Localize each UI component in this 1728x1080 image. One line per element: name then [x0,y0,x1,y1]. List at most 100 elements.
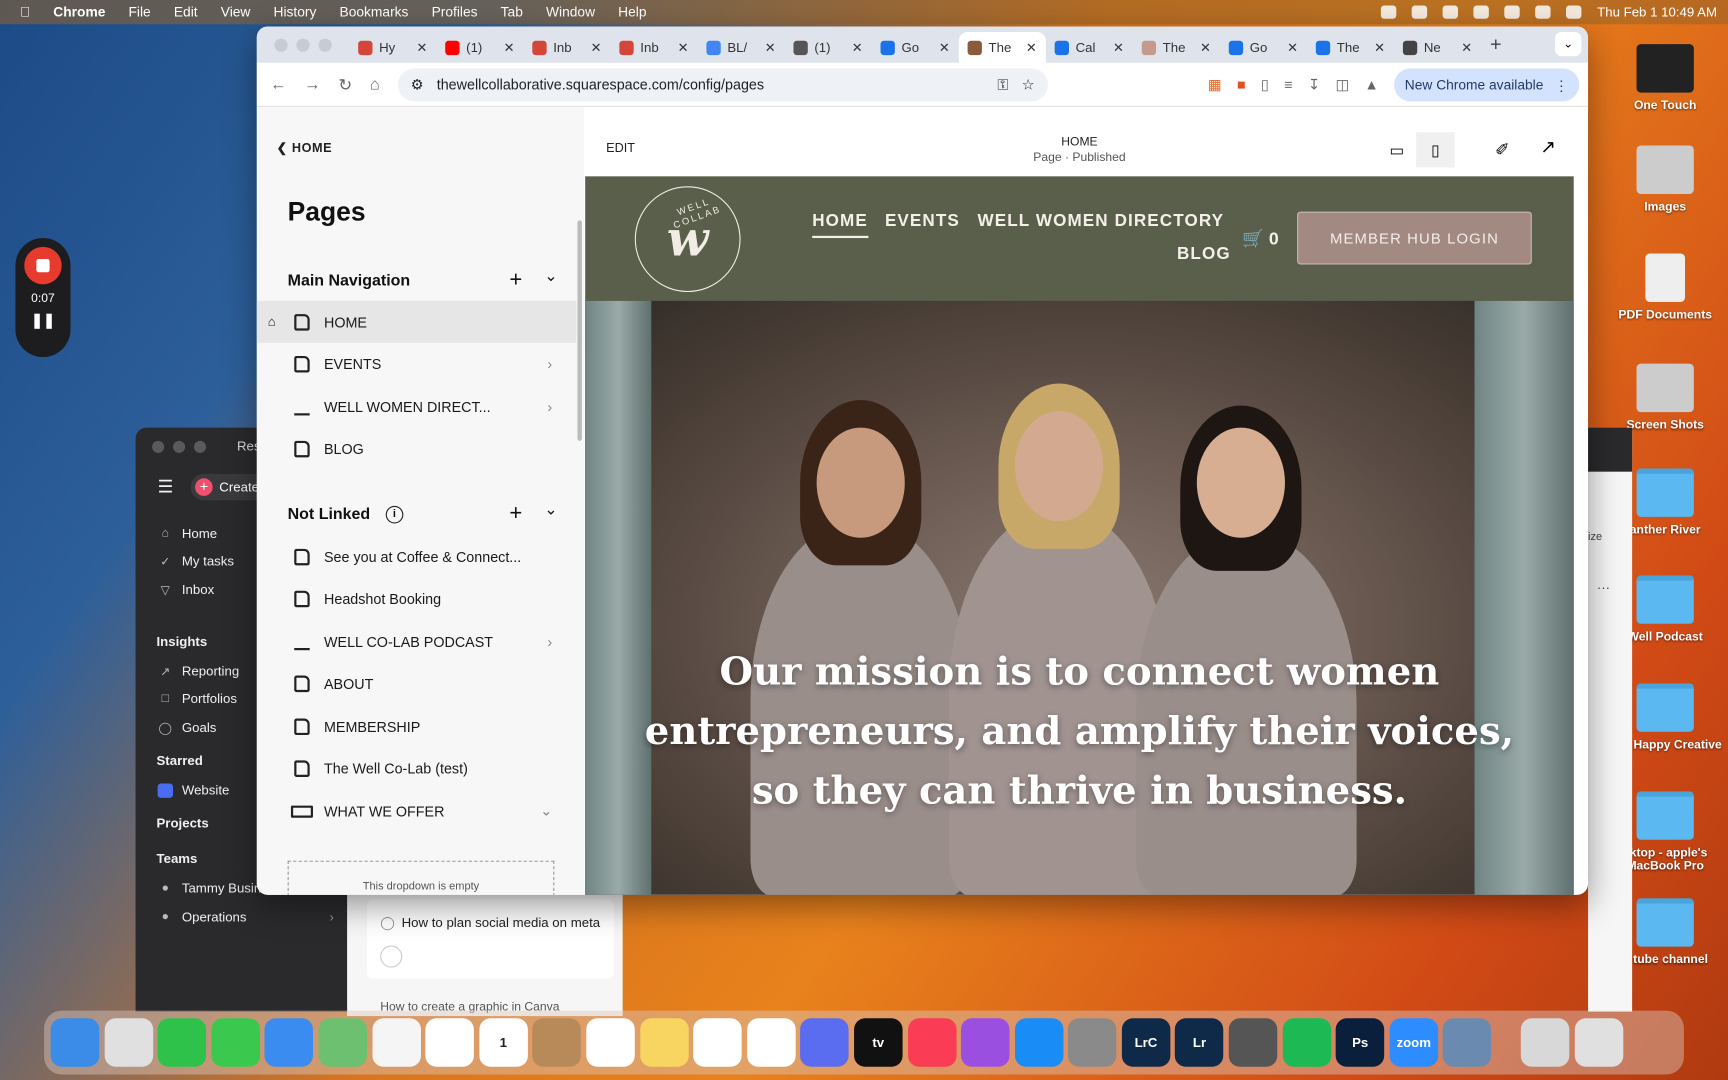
status-icon[interactable] [1412,5,1428,19]
desktop-view-icon[interactable]: ▭ [1377,132,1417,168]
lightroom-classic-icon[interactable]: LrC [1121,1018,1171,1067]
add-page-icon[interactable]: + [509,268,522,293]
apple-icon[interactable]:  [20,4,30,19]
menu-help[interactable]: Help [618,4,646,19]
browser-tab[interactable]: Go ✕ [1220,32,1307,63]
site-nav-blog[interactable]: BLOG [1177,245,1231,265]
chevron-right-icon[interactable]: › [547,398,552,415]
facetime-icon[interactable] [157,1018,207,1067]
add-page-icon[interactable]: + [509,501,522,526]
collapse-chevron-icon[interactable]: ⌄ [544,268,557,293]
menu-icon[interactable]: ☰ [158,476,174,498]
page-item[interactable]: See you at Coffee & Connect... [257,536,577,578]
team-tammy[interactable]: ● Tammy Busin [158,881,262,896]
chevron-right-icon[interactable]: › [547,356,552,373]
browser-tab[interactable]: (1) ✕ [436,32,523,63]
browser-tab[interactable]: The ✕ [1133,32,1220,63]
pause-icon[interactable]: ❚❚ [15,312,70,330]
mobile-view-icon[interactable]: ▯ [1416,132,1455,167]
cart-button[interactable]: 🛒 0 [1242,228,1279,250]
update-chrome-button[interactable]: New Chrome available ⋮ [1393,68,1580,102]
close-tab-icon[interactable]: ✕ [504,40,515,55]
check-circle-icon[interactable]: ◯ [380,915,395,930]
menu-view[interactable]: View [221,4,251,19]
desktop-icon[interactable]: Images [1605,145,1726,214]
assignee-avatar-icon[interactable] [380,945,403,968]
menu-file[interactable]: File [129,4,151,19]
extension-icon[interactable]: ■ [1237,75,1246,93]
asana-icon[interactable] [746,1018,796,1067]
site-logo[interactable]: WELL COLLAB w [634,186,741,293]
back-to-home-link[interactable]: ❮ HOME [277,140,332,155]
browser-tab[interactable]: The ✕ [958,31,1046,63]
site-nav-events[interactable]: EVENTS [885,212,960,232]
address-bar[interactable]: ⚙ thewellcollaborative.squarespace.com/c… [397,67,1048,101]
page-item[interactable]: WHAT WE OFFER ⌄ [257,790,577,832]
site-nav-directory[interactable]: WELL WOMEN DIRECTORY [978,212,1225,232]
bookmark-star-icon[interactable]: ☆ [1022,75,1035,93]
control-center-icon[interactable] [1566,5,1582,19]
new-tab-button[interactable]: + [1490,33,1502,56]
extension-icon[interactable]: ▦ [1208,75,1222,93]
clock[interactable]: Thu Feb 1 10:49 AM [1597,4,1717,19]
close-tab-icon[interactable]: ✕ [939,40,950,55]
chevron-down-icon[interactable]: ⌄ [540,802,552,820]
app-store-icon[interactable] [1014,1018,1064,1067]
close-tab-icon[interactable]: ✕ [852,40,863,55]
close-tab-icon[interactable]: ✕ [1461,40,1472,55]
browser-tab[interactable]: BL/ ✕ [698,32,785,63]
notes-icon[interactable] [639,1018,689,1067]
task-card[interactable]: ◯ How to plan social media on meta [366,899,614,979]
minimize-button[interactable] [296,38,310,52]
reading-list-icon[interactable]: ≡ [1284,75,1292,93]
close-window-button[interactable] [274,38,288,52]
browser-tab[interactable]: The ✕ [1307,32,1394,63]
page-item[interactable]: The Well Co-Lab (test) [257,748,577,790]
site-info-icon[interactable]: ⚙ [411,75,424,93]
menu-profiles[interactable]: Profiles [432,4,478,19]
nav-goals[interactable]: ◯ Goals [158,720,217,735]
close-tab-icon[interactable]: ✕ [1113,40,1124,55]
team-operations[interactable]: ● Operations › [158,909,334,924]
chrome-icon[interactable] [425,1018,475,1067]
screenshot-icon[interactable] [1228,1018,1278,1067]
projects-heading[interactable]: Projects [156,816,208,831]
starred-website[interactable]: Website [157,782,229,798]
side-panel-icon[interactable]: ◫ [1335,75,1349,93]
preview-icon[interactable] [1443,1018,1492,1067]
close-tab-icon[interactable]: ✕ [1200,40,1211,55]
podcasts-icon[interactable] [961,1018,1010,1067]
page-item[interactable]: ⌂ HOME [256,300,577,343]
browser-tab[interactable]: Ne ✕ [1394,32,1481,63]
close-tab-icon[interactable]: ✕ [1026,40,1037,55]
launchpad-icon[interactable] [104,1018,153,1067]
wifi-icon[interactable] [1504,5,1521,19]
kebab-menu-icon[interactable]: ⋮ [1554,77,1568,93]
page-item[interactable]: WELL CO-LAB PODCAST › [257,620,577,662]
close-tab-icon[interactable]: ✕ [1287,40,1298,55]
tab-search-button[interactable]: ⌄ [1554,31,1582,57]
close-tab-icon[interactable]: ✕ [417,40,428,55]
contacts-icon[interactable] [532,1018,582,1067]
info-icon[interactable]: i [385,505,404,523]
download-icon[interactable]: ↧ [1308,75,1320,93]
zoom-button[interactable] [193,440,207,453]
downloads-icon[interactable] [1520,1018,1570,1067]
nav-portfolios[interactable]: □ Portfolios [158,691,237,706]
music-icon[interactable] [907,1018,957,1067]
mail-icon[interactable] [264,1018,314,1067]
site-nav-home[interactable]: HOME [812,212,868,239]
member-hub-login-button[interactable]: MEMBER HUB LOGIN [1297,211,1532,265]
url-text[interactable]: thewellcollaborative.squarespace.com/con… [437,76,984,93]
page-item[interactable]: WELL WOMEN DIRECT... › [257,386,577,428]
back-icon[interactable]: ← [270,75,287,94]
close-tab-icon[interactable]: ✕ [591,40,602,55]
status-icon[interactable] [1381,5,1397,19]
zoom-icon[interactable]: zoom [1389,1018,1438,1067]
site-styles-brush-icon[interactable]: ✐ [1495,139,1510,161]
menu-window[interactable]: Window [546,4,595,19]
nav-home[interactable]: ⌂ Home [158,526,217,541]
system-settings-icon[interactable] [1068,1018,1117,1067]
status-icon[interactable] [1473,5,1490,19]
apple-tv-icon[interactable]: tv [853,1018,903,1067]
